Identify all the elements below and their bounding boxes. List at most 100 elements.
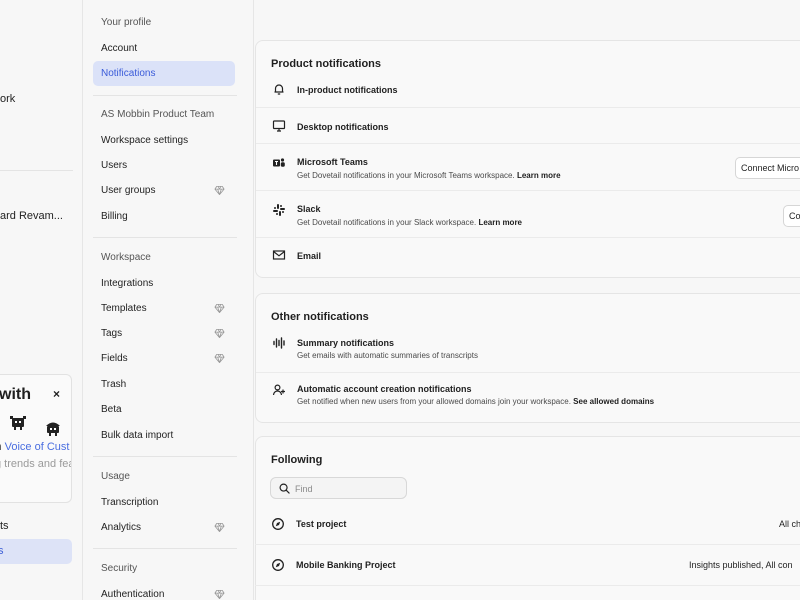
nav-item-account[interactable]: Account xyxy=(93,36,235,61)
row-title: In-product notifications xyxy=(297,85,398,95)
row-divider xyxy=(256,237,800,238)
search-icon xyxy=(279,483,290,494)
teams-icon xyxy=(273,158,285,167)
compass-icon xyxy=(272,518,284,530)
diamond-icon xyxy=(214,522,225,533)
other-notifications-card: Other notifications Summary notification… xyxy=(255,293,800,423)
nav-divider xyxy=(93,237,237,238)
follow-status-select[interactable]: Insights published, All con xyxy=(689,560,793,570)
sidebar-item-partial[interactable]: ts xyxy=(0,520,9,532)
learn-more-link[interactable]: Learn more xyxy=(517,171,561,180)
row-title: Desktop notifications xyxy=(297,122,389,132)
desktop-icon xyxy=(272,120,286,132)
notification-row-in-product[interactable]: In-product notifications xyxy=(256,78,800,108)
compass-icon xyxy=(272,559,284,571)
nav-divider xyxy=(93,456,237,457)
notification-row-summary[interactable]: Summary notifications Get emails with au… xyxy=(256,334,800,370)
row-divider xyxy=(256,143,800,144)
nav-item-fields[interactable]: Fields xyxy=(93,346,235,371)
notification-row-microsoft-teams: Microsoft Teams Get Dovetail notificatio… xyxy=(256,151,800,191)
row-divider xyxy=(256,372,800,373)
robot-mascot-icon xyxy=(46,422,60,436)
diamond-icon xyxy=(214,303,225,314)
waveform-icon xyxy=(273,337,285,349)
search-input[interactable] xyxy=(295,481,395,496)
slack-icon xyxy=(273,204,285,216)
promo-text: in Voice of Cust xyxy=(0,441,69,453)
connect-slack-button[interactable]: Co xyxy=(783,205,800,227)
search-field xyxy=(270,477,407,499)
nav-section-title: Usage xyxy=(101,471,130,482)
diamond-icon xyxy=(214,328,225,339)
user-plus-icon xyxy=(272,384,285,396)
notification-row-slack: Slack Get Dovetail notifications in your… xyxy=(256,198,800,238)
nav-section-title: Workspace xyxy=(101,252,151,263)
promo-link[interactable]: Voice of Cust xyxy=(5,441,70,453)
sidebar-item-partial[interactable]: ard Revam... xyxy=(0,210,63,222)
nav-item-user-groups[interactable]: User groups xyxy=(93,178,235,203)
row-divider xyxy=(256,190,800,191)
promo-title: with xyxy=(0,386,31,403)
row-title: Slack xyxy=(297,204,321,214)
robot-mascot-icon xyxy=(10,416,26,430)
row-description: Get Dovetail notifications in your Slack… xyxy=(297,218,523,227)
diamond-icon xyxy=(214,185,225,196)
card-title: Other notifications xyxy=(271,311,369,323)
row-title: Test project xyxy=(296,519,347,529)
connect-microsoft-teams-button[interactable]: Connect Micro xyxy=(735,157,800,179)
settings-nav: Your profile Account Notifications AS Mo… xyxy=(84,0,254,600)
row-title: Automatic account creation notifications xyxy=(297,384,472,394)
row-description: Get Dovetail notifications in your Micro… xyxy=(297,171,561,180)
promo-subtext: g trends and fea xyxy=(0,458,72,470)
notification-row-account-creation[interactable]: Automatic account creation notifications… xyxy=(256,380,800,416)
nav-divider xyxy=(93,95,237,96)
nav-item-beta[interactable]: Beta xyxy=(93,397,235,422)
nav-section-title: AS Mobbin Product Team xyxy=(101,109,215,120)
nav-section-title: Your profile xyxy=(101,17,152,28)
row-divider xyxy=(255,544,800,545)
nav-item-bulk-data-import[interactable]: Bulk data import xyxy=(93,423,235,448)
row-divider xyxy=(256,107,800,108)
nav-item-integrations[interactable]: Integrations xyxy=(93,271,235,296)
learn-more-link[interactable]: Learn more xyxy=(478,218,522,227)
row-description: Get notified when new users from your al… xyxy=(297,397,655,406)
row-title: Mobile Banking Project xyxy=(296,560,396,570)
close-icon[interactable]: × xyxy=(53,387,60,401)
sidebar-item-partial[interactable]: ork xyxy=(0,93,15,105)
notification-row-email[interactable]: Email xyxy=(256,244,800,274)
nav-item-workspace-settings[interactable]: Workspace settings xyxy=(93,128,235,153)
mail-icon xyxy=(272,250,286,260)
follow-status-select[interactable]: All ch xyxy=(779,519,800,529)
nav-item-users[interactable]: Users xyxy=(93,153,235,178)
notification-row-desktop[interactable]: Desktop notifications xyxy=(256,114,800,144)
row-title: Email xyxy=(297,251,322,261)
nav-item-authentication[interactable]: Authentication xyxy=(93,582,235,600)
nav-item-notifications[interactable]: Notifications xyxy=(93,61,235,86)
promo-card: with × in Voice of Cust g trends and fea xyxy=(0,374,72,503)
following-row-mobile-banking[interactable]: Mobile Banking Project Insights publishe… xyxy=(255,551,800,579)
main-content: Product notifications In-product notific… xyxy=(255,0,800,600)
nav-section-title: Security xyxy=(101,563,138,574)
card-title: Following xyxy=(271,454,323,466)
row-title: Microsoft Teams xyxy=(297,157,368,167)
sidebar-divider xyxy=(0,170,73,171)
nav-item-trash[interactable]: Trash xyxy=(93,372,235,397)
product-notifications-card: Product notifications In-product notific… xyxy=(255,40,800,278)
row-description: Get emails with automatic summaries of t… xyxy=(297,351,478,360)
following-row-test-project[interactable]: Test project All ch xyxy=(255,510,800,538)
nav-item-transcription[interactable]: Transcription xyxy=(93,490,235,515)
nav-item-templates[interactable]: Templates xyxy=(93,296,235,321)
nav-divider xyxy=(93,548,237,549)
sidebar-item-active[interactable]: s xyxy=(0,539,72,564)
nav-item-tags[interactable]: Tags xyxy=(93,321,235,346)
see-allowed-domains-link[interactable]: See allowed domains xyxy=(573,397,654,406)
diamond-icon xyxy=(214,353,225,364)
bell-icon xyxy=(274,84,284,95)
diamond-icon xyxy=(214,589,225,600)
app-sidebar: ork ard Revam... with × in Voice of Cust… xyxy=(0,0,83,600)
row-divider xyxy=(255,585,800,586)
nav-item-billing[interactable]: Billing xyxy=(93,204,235,229)
nav-item-analytics[interactable]: Analytics xyxy=(93,515,235,540)
card-title: Product notifications xyxy=(271,58,381,70)
row-title: Summary notifications xyxy=(297,338,395,348)
